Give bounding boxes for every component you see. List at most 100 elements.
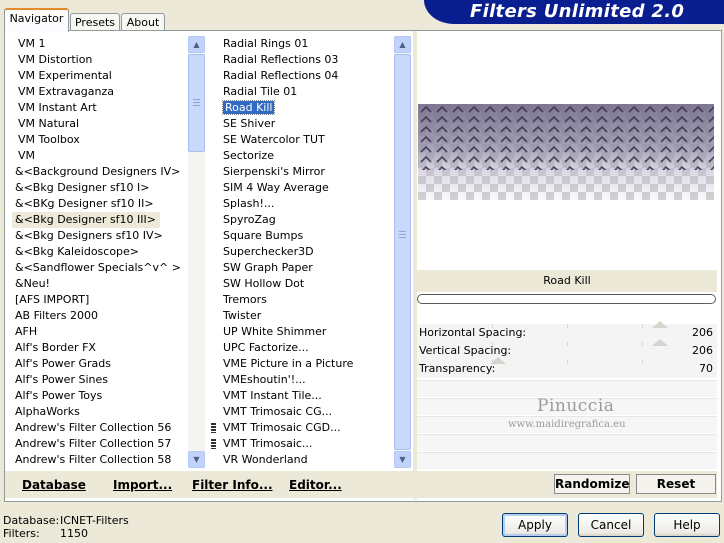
category-item[interactable]: Andrew's Filter Collection 57 (12, 436, 188, 452)
category-list[interactable]: VM 1 VM Distortion VM Experimental VM Extra… (12, 36, 188, 468)
filter-item[interactable]: SW Graph Paper (220, 260, 394, 276)
category-item[interactable]: VM Experimental (12, 68, 188, 84)
category-item[interactable]: Alf's Border FX (12, 340, 188, 356)
slider-knob[interactable] (652, 339, 668, 346)
empty-slider-row (417, 380, 717, 397)
empty-slider-row (417, 434, 717, 451)
editor-button[interactable]: Editor... (289, 478, 342, 492)
parameter-sliders: Horizontal Spacing: 206 Vertical Spacing… (417, 321, 717, 469)
filter-item[interactable]: Sierpenski's Mirror (220, 164, 394, 180)
filter-item-label: Radial Reflections 03 (223, 53, 339, 66)
category-item[interactable]: &<Background Designers IV> (12, 164, 188, 180)
category-item[interactable]: Alf's Power Sines (12, 372, 188, 388)
slider-horizontal-spacing[interactable]: Horizontal Spacing: 206 (417, 321, 717, 342)
help-button[interactable]: Help (654, 513, 720, 537)
category-item[interactable]: Andrew's Filter Collection 56 (12, 420, 188, 436)
slider-knob[interactable] (652, 321, 668, 328)
selected-filter-name: Road Kill (417, 270, 717, 292)
filter-item[interactable]: VR Wonderland (220, 452, 394, 468)
filter-item[interactable]: VMT Trimosaic... (211, 436, 394, 452)
filter-item[interactable]: VME Picture in a Picture (220, 356, 394, 372)
filter-item-label: SIM 4 Way Average (223, 181, 329, 194)
scroll-thumb[interactable] (394, 54, 411, 450)
filter-item[interactable]: VMEshoutin'!... (220, 372, 394, 388)
filter-scrollbar[interactable]: ▲ ▼ (394, 36, 411, 468)
scroll-up-arrow-icon[interactable]: ▲ (188, 36, 205, 53)
database-button[interactable]: Database (22, 478, 86, 492)
progress-bar (417, 294, 716, 304)
database-label: Database: (3, 514, 60, 527)
filter-item[interactable]: Radial Rings 01 (220, 36, 394, 52)
category-item[interactable]: VM Distortion (12, 52, 188, 68)
category-item[interactable]: &Neu! (12, 276, 188, 292)
category-item[interactable]: VM Natural (12, 116, 188, 132)
filter-item[interactable]: Radial Tile 01 (220, 84, 394, 100)
category-item[interactable]: Alf's Power Toys (12, 388, 188, 404)
category-item[interactable]: AFH (12, 324, 188, 340)
category-scrollbar[interactable]: ▲ ▼ (188, 36, 205, 468)
category-item[interactable]: Andrew's Filter Collection 58 (12, 452, 188, 468)
category-item[interactable]: [AFS IMPORT] (12, 292, 188, 308)
category-item[interactable]: &<Bkg Kaleidoscope> (12, 244, 188, 260)
slider-transparency[interactable]: Transparency: 70 (417, 357, 717, 378)
filter-item-label: Tremors (223, 293, 267, 306)
scroll-up-arrow-icon[interactable]: ▲ (394, 36, 411, 53)
filter-item[interactable]: Radial Reflections 04 (220, 68, 394, 84)
filter-item[interactable]: VMT Trimosaic CG... (220, 404, 394, 420)
filter-item-label: VMT Trimosaic CGD... (223, 421, 341, 434)
category-item[interactable]: VM (12, 148, 188, 164)
filter-item[interactable]: Square Bumps (220, 228, 394, 244)
filter-info-button[interactable]: Filter Info... (192, 478, 273, 492)
filter-item[interactable]: Splash!... (220, 196, 394, 212)
category-item[interactable]: &<BKg Designer sf10 II> (12, 196, 188, 212)
category-item[interactable]: &<Bkg Designer sf10 I> (12, 180, 188, 196)
category-item[interactable]: VM Instant Art (12, 100, 188, 116)
filter-item[interactable]: Twister (220, 308, 394, 324)
import-button[interactable]: Import... (113, 478, 172, 492)
randomize-button[interactable]: Randomize (554, 474, 630, 494)
category-item[interactable]: AB Filters 2000 (12, 308, 188, 324)
filter-item[interactable]: Radial Reflections 03 (220, 52, 394, 68)
filter-item[interactable]: UP White Shimmer (220, 324, 394, 340)
category-item[interactable]: VM Extravaganza (12, 84, 188, 100)
filter-item-label: Radial Rings 01 (223, 37, 309, 50)
filter-item[interactable]: SIM 4 Way Average (220, 180, 394, 196)
cancel-button[interactable]: Cancel (578, 513, 644, 537)
category-item[interactable]: AlphaWorks (12, 404, 188, 420)
filter-item-label: SE Shiver (223, 117, 276, 130)
category-item[interactable]: Alf's Power Grads (12, 356, 188, 372)
filter-item-label: Splash!... (223, 197, 275, 210)
category-item[interactable]: &<Sandflower Specials^v^ > (12, 260, 188, 276)
category-item[interactable]: VM Toolbox (12, 132, 188, 148)
filter-item[interactable]: Sectorize (220, 148, 394, 164)
filter-item[interactable]: SW Hollow Dot (220, 276, 394, 292)
watermark-url: www.maidiregrafica.eu (508, 419, 626, 430)
filter-item[interactable]: Superchecker3D (220, 244, 394, 260)
watermark-name: Pinuccia (537, 396, 615, 416)
category-item[interactable]: VM 1 (12, 36, 188, 52)
scroll-down-arrow-icon[interactable]: ▼ (394, 451, 411, 468)
scroll-thumb[interactable] (188, 54, 205, 152)
filter-item[interactable]: SE Watercolor TUT (220, 132, 394, 148)
filter-list[interactable]: Radial Rings 01 Radial Reflections 03 Radi… (211, 36, 394, 468)
filter-item-label: VMT Instant Tile... (223, 389, 322, 402)
filter-item[interactable]: Road Kill (220, 100, 394, 116)
scroll-down-arrow-icon[interactable]: ▼ (188, 451, 205, 468)
filter-item[interactable]: SpyroZag (220, 212, 394, 228)
filter-item-label: VMT Trimosaic... (223, 437, 313, 450)
app-title: Filters Unlimited 2.0 (470, 1, 685, 22)
filter-item[interactable]: SE Shiver (220, 116, 394, 132)
filter-item[interactable]: Tremors (220, 292, 394, 308)
reset-button[interactable]: Reset (636, 474, 716, 494)
filter-item[interactable]: VMT Trimosaic CGD... (211, 420, 394, 436)
filter-item[interactable]: VMT Instant Tile... (220, 388, 394, 404)
category-item[interactable]: &<Bkg Designers sf10 IV> (12, 228, 188, 244)
slider-vertical-spacing[interactable]: Vertical Spacing: 206 (417, 339, 717, 360)
filter-item[interactable]: UPC Factorize... (220, 340, 394, 356)
category-item[interactable]: &<Bkg Designer sf10 III> (12, 212, 161, 228)
filter-item-label: SW Hollow Dot (223, 277, 305, 290)
navigator-toolbar: Database Import... Filter Info... Editor… (5, 471, 413, 498)
apply-button[interactable]: Apply (502, 513, 568, 537)
slider-value: 70 (699, 362, 713, 375)
tab-navigator[interactable]: Navigator (4, 8, 69, 32)
